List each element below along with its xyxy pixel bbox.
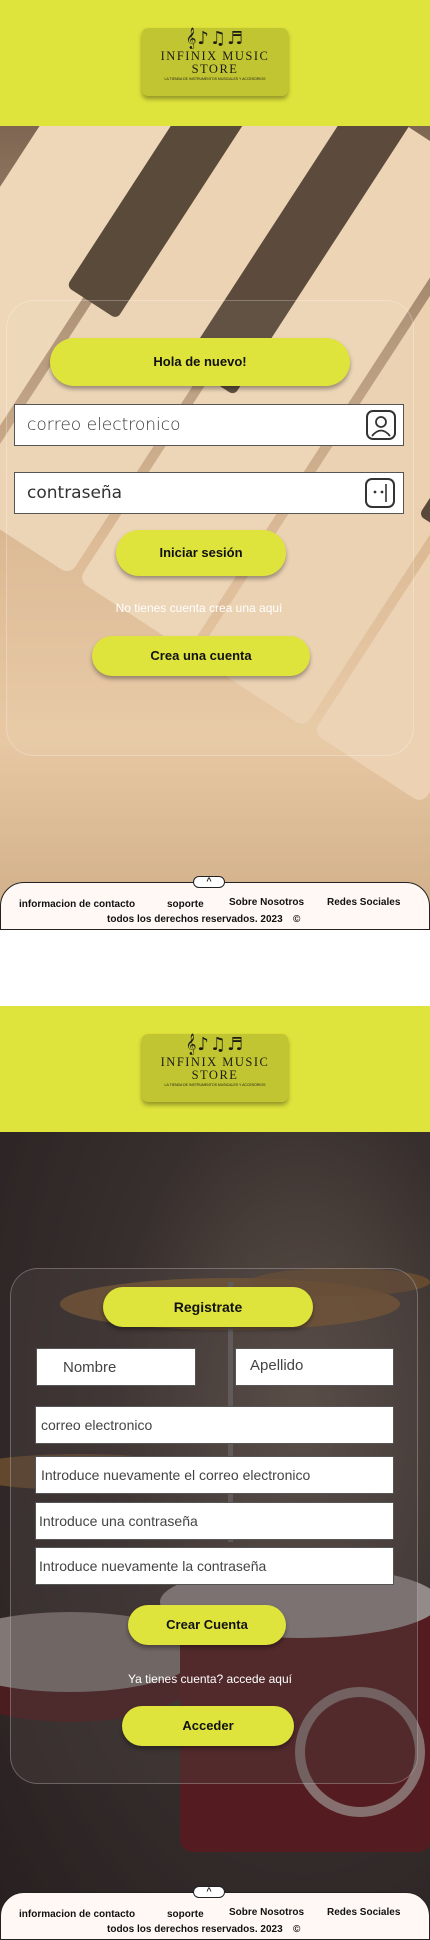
email-field[interactable]: correo electronico [14,404,404,446]
login-button-label: Iniciar sesión [159,545,243,560]
create-account-label: Crear Cuenta [166,1617,248,1632]
user-icon [366,410,396,440]
email-placeholder: correo electronico [27,415,181,435]
logo-tagline: LA TIENDA DE INSTRUMENTOS MUSICALES Y AC… [164,77,266,81]
password-placeholder: Introduce una contraseña [39,1513,198,1529]
footer: ^ informacion de contacto soporte Sobre … [0,1886,430,1940]
email-confirm-placeholder: Introduce nuevamente el correo electroni… [41,1467,311,1483]
have-account-text[interactable]: Ya tienes cuenta? accede aquí [0,1672,420,1686]
footer-link-social[interactable]: Redes Sociales [327,897,400,908]
first-name-placeholder: Nombre [63,1358,117,1376]
footer-link-support[interactable]: soporte [167,1909,204,1920]
footer-link-about[interactable]: Sobre Nosotros [229,897,304,908]
copyright-icon: © [293,1924,301,1935]
chevron-up-icon[interactable]: ^ [193,1886,225,1898]
first-name-field[interactable]: Nombre [36,1348,196,1386]
greeting-text: Hola de nuevo! [153,354,247,369]
login-button[interactable]: Acceder [122,1706,294,1746]
footer-link-support[interactable]: soporte [167,899,204,910]
register-title-banner: Registrate [103,1287,313,1327]
create-account-button[interactable]: Crear Cuenta [128,1605,286,1645]
music-notes-icon: 𝄞♪♫♬ [185,1034,245,1055]
footer-link-contact[interactable]: informacion de contacto [19,899,135,910]
last-name-field[interactable]: Apellido [235,1348,394,1386]
password-field[interactable]: Introduce una contraseña [35,1502,394,1540]
login-button-label: Acceder [182,1718,234,1733]
footer-rights: todos los derechos reservados. 2023 [107,1924,283,1935]
logo-name-line2: STORE [191,62,239,76]
copyright-icon: © [293,914,301,925]
music-notes-icon: 𝄞♪♫♬ [185,28,245,49]
password-field[interactable]: contraseña [14,472,404,514]
password-confirm-placeholder: Introduce nuevamente la contraseña [39,1558,267,1574]
no-account-text[interactable]: No tienes cuenta crea una aquí [0,601,398,615]
header: 𝄞♪♫♬ INFINIX MUSIC STORE LA TIENDA DE IN… [0,0,430,126]
footer-link-contact[interactable]: informacion de contacto [19,1909,135,1920]
footer: ^ informacion de contacto soporte Sobre … [0,876,430,930]
footer-link-social[interactable]: Redes Sociales [327,1907,400,1918]
email-field[interactable]: correo electronico [35,1406,394,1444]
email-placeholder: correo electronico [41,1417,153,1433]
header: 𝄞♪♫♬ INFINIX MUSIC STORE LA TIENDA DE IN… [0,1006,430,1132]
logo-tagline: LA TIENDA DE INSTRUMENTOS MUSICALES Y AC… [164,1083,266,1087]
footer-rights: todos los derechos reservados. 2023 [107,914,283,925]
create-account-label: Crea una cuenta [150,648,252,663]
store-logo[interactable]: 𝄞♪♫♬ INFINIX MUSIC STORE LA TIENDA DE IN… [142,1034,288,1102]
login-screen: 𝄞♪♫♬ INFINIX MUSIC STORE LA TIENDA DE IN… [0,0,430,930]
register-screen: 𝄞♪♫♬ INFINIX MUSIC STORE LA TIENDA DE IN… [0,1006,430,1940]
email-confirm-field[interactable]: Introduce nuevamente el correo electroni… [35,1456,394,1494]
password-confirm-field[interactable]: Introduce nuevamente la contraseña [35,1547,394,1585]
greeting-banner: Hola de nuevo! [50,338,350,386]
password-placeholder: contraseña [27,483,123,503]
face-id-icon[interactable] [365,478,395,508]
login-button[interactable]: Iniciar sesión [116,530,286,576]
register-title: Registrate [173,1299,243,1315]
footer-link-about[interactable]: Sobre Nosotros [229,1907,304,1918]
chevron-up-icon[interactable]: ^ [193,876,225,888]
last-name-placeholder: Apellido [250,1357,304,1374]
logo-name-line2: STORE [191,1068,239,1082]
create-account-button[interactable]: Crea una cuenta [92,636,310,676]
store-logo[interactable]: 𝄞♪♫♬ INFINIX MUSIC STORE LA TIENDA DE IN… [142,28,288,96]
